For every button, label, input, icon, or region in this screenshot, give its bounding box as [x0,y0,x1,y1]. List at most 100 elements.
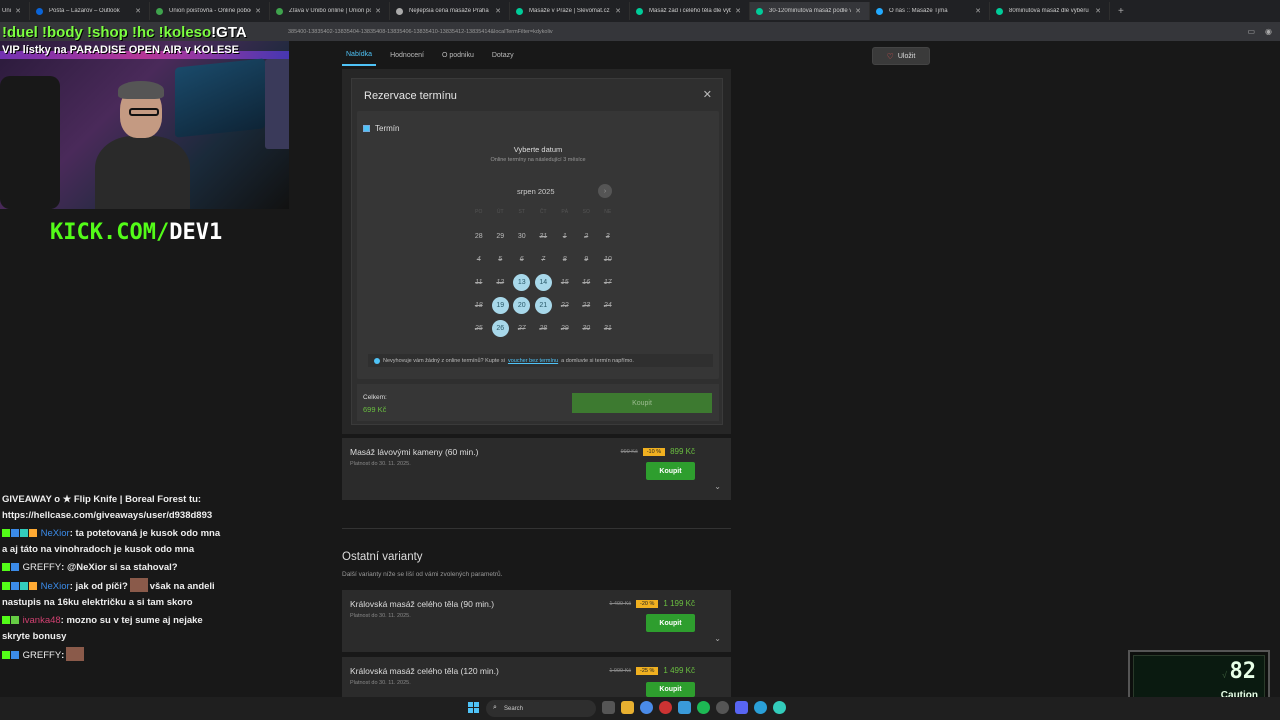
termin-label[interactable]: Termín [363,124,399,133]
cast-icon[interactable]: ▭ [1247,27,1255,36]
edge-icon[interactable] [754,701,767,714]
day-number: 22 [560,302,569,309]
day-number: 19 [491,297,509,314]
voucher-link[interactable]: voucher bez termínu [508,358,558,364]
tab-title: Unib [2,8,11,14]
browser-tab[interactable]: Masáž zad i celého těla dle výběru ✕ [630,2,750,20]
browser-tab[interactable]: 30-120minutová masáž podle výběru ✕ [750,2,870,20]
calendar-day: 31 [533,228,555,245]
offer-buy-button[interactable]: Koupit [646,614,695,632]
tab-hodnoceni[interactable]: Hodnocení [386,46,428,65]
heart-icon: ♡ [886,51,894,61]
opera-gx-icon[interactable] [659,701,672,714]
badge-icon [20,529,28,537]
chat-text: : @NeXior si sa stahoval? [61,562,178,573]
day-number: 24 [603,302,612,309]
offer-card: Královská masáž celého těla (90 min.) Pl… [342,590,731,652]
stream-promo-overlay: VIP lístky na PARADISE OPEN AIR v KOLESE [2,44,239,56]
day-number: 1 [562,233,567,240]
tab-close-icon[interactable]: ✕ [255,7,261,15]
chevron-down-icon[interactable]: ⌄ [714,482,721,491]
calendar-week: 18 19 20 21 22 23 24 [468,297,619,314]
browser-tab[interactable]: Nejlepšia cena masáže Praha ✕ [390,2,510,20]
close-icon[interactable]: ✕ [703,88,712,101]
tab-o-podniku[interactable]: O podniku [438,46,478,65]
badge-icon [2,529,10,537]
tab-close-icon[interactable]: ✕ [735,7,741,15]
chat-username[interactable]: NeXior [41,528,70,539]
task-view-icon[interactable] [602,701,615,714]
app-icon[interactable] [773,701,786,714]
calendar-day-available[interactable]: 21 [533,297,555,314]
note-text-post: a domluvte si termín napřímo. [561,357,634,364]
tab-close-icon[interactable]: ✕ [375,7,381,15]
gauge-value: 82 [1229,659,1257,684]
day-number: 28 [539,325,548,332]
tab-dotazy[interactable]: Dotazy [488,46,518,65]
calendar-day-available[interactable]: 26 [490,320,512,337]
tab-close-icon[interactable]: ✕ [1095,7,1101,15]
day-number: 14 [534,274,552,291]
offer-validity: Platnost do 30. 11. 2025. [350,613,411,619]
calendar-day: 12 [490,274,512,291]
offer-validity: Platnost do 30. 11. 2025. [350,680,411,686]
save-button[interactable]: ♡ Uložit [872,47,930,65]
weekday-label: PO [475,209,483,215]
browser-tab[interactable]: O nás :: Masáže Tjma ✕ [870,2,990,20]
tab-nabidka[interactable]: Nabídka [342,45,377,66]
tab-close-icon[interactable]: ✕ [135,7,141,15]
browser-tab[interactable]: Masáže v Praze | Slevomat.cz ✕ [510,2,630,20]
calendar-day-available[interactable]: 13 [511,274,533,291]
emote-icon [129,578,148,592]
next-month-button[interactable]: › [598,184,612,198]
discord-icon[interactable] [735,701,748,714]
chrome-icon[interactable] [640,701,653,714]
calendar-day: 28 [533,320,555,337]
offer-buy-button[interactable]: Koupit [646,462,695,480]
tab-close-icon[interactable]: ✕ [15,7,21,15]
tab-title: Nejlepšia cena masáže Praha [409,8,489,14]
calendar-day: 25 [468,320,490,337]
tab-close-icon[interactable]: ✕ [495,7,501,15]
calendar-day: 28 [468,228,490,245]
spotify-icon[interactable] [697,701,710,714]
badge-icon [11,563,19,571]
url-text[interactable]: 385400-13835402-13835404-13835408-138354… [288,29,553,35]
chat-username[interactable]: GREFFY [23,562,62,573]
browser-tab[interactable]: 80minutová masáž dle výběru ✕ [990,2,1110,20]
browser-tab[interactable]: Unib ✕ [0,2,30,20]
offer-validity: Platnost do 30. 11. 2025. [350,461,411,467]
taskbar-search[interactable]: ⌕ Search [486,700,596,717]
calendar-day-available[interactable]: 14 [533,274,555,291]
calendar-day-available[interactable]: 20 [511,297,533,314]
day-number: 29 [560,325,569,332]
badge-icon [2,563,10,571]
browser-tab[interactable]: Pošta – Lazarov – Outlook ✕ [30,2,150,20]
tab-close-icon[interactable]: ✕ [855,7,861,15]
chevron-down-icon[interactable]: ⌄ [714,634,721,643]
tab-close-icon[interactable]: ✕ [975,7,981,15]
file-explorer-icon[interactable] [621,701,634,714]
month-label: srpen 2025 [517,187,555,196]
calendar-day: 29 [490,228,512,245]
termin-checkbox[interactable] [363,125,370,132]
search-icon: ⌕ [493,704,497,711]
calendar-day-available[interactable]: 19 [490,297,512,314]
offer-buy-button[interactable]: Koupit [646,682,695,697]
chat-username[interactable]: GREFFY [23,650,62,661]
tab-favicon-icon [636,7,643,15]
windows-start-icon[interactable] [468,702,480,714]
browser-tab[interactable]: Union poisťovňa - Online pobočka ✕ [150,2,270,20]
profile-icon[interactable]: ◉ [1265,27,1272,36]
tab-close-icon[interactable]: ✕ [615,7,621,15]
buy-button[interactable]: Koupit [572,393,712,413]
new-tab-icon[interactable]: + [1118,6,1124,17]
steam-icon[interactable] [716,701,729,714]
browser-tab[interactable]: Zľava v Unibo online | Union poisťovňa ✕ [270,2,390,20]
chat-username[interactable]: NeXior [41,581,70,592]
calendar-day: 30 [511,228,533,245]
calendar-day: 9 [576,251,598,268]
notepad-icon[interactable] [678,701,691,714]
day-number: 13 [513,274,531,291]
chat-username[interactable]: ivanka48 [23,615,61,626]
